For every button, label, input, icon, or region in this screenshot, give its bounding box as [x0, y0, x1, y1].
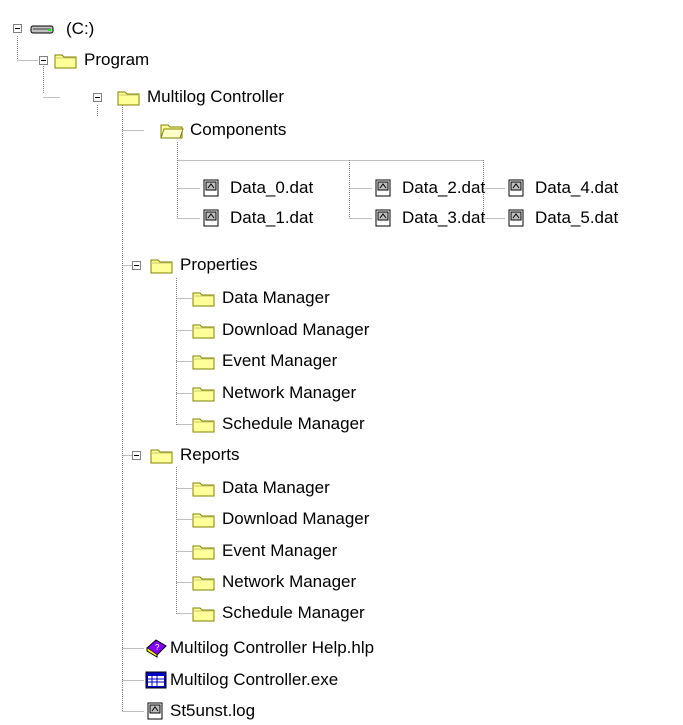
- tree-node-properties-item[interactable]: Network Manager: [192, 382, 356, 404]
- multilog-controller-label: Multilog Controller: [147, 87, 284, 106]
- reports-item-label: Download Manager: [222, 509, 370, 528]
- file-label: Data_5.dat: [535, 208, 619, 227]
- properties-item-label: Data Manager: [222, 288, 330, 307]
- folder-icon: [192, 355, 215, 370]
- properties-label: Properties: [180, 255, 258, 274]
- file-label: Data_4.dat: [535, 178, 619, 197]
- reports-item-label: Schedule Manager: [222, 603, 365, 622]
- collapse-toggle-program[interactable]: [39, 56, 48, 65]
- tree-node-reports-item[interactable]: Schedule Manager: [192, 602, 365, 624]
- data-file-icon: [203, 209, 219, 227]
- properties-item-label: Event Manager: [222, 351, 338, 370]
- folder-icon: [192, 387, 215, 402]
- tree-node-file[interactable]: Data_1.dat: [200, 207, 313, 229]
- tree-node-file[interactable]: Data_0.dat: [200, 177, 313, 199]
- program-label: Program: [84, 50, 150, 69]
- tree-node-properties-item[interactable]: Event Manager: [192, 350, 337, 372]
- folder-icon: [192, 513, 215, 528]
- tree-node-reports-item[interactable]: Download Manager: [192, 508, 369, 530]
- file-label: Data_0.dat: [230, 178, 314, 197]
- folder-icon: [117, 91, 140, 106]
- collapse-toggle-multilog[interactable]: [93, 93, 102, 102]
- folder-icon: [150, 449, 173, 464]
- log-file-label: St5unst.log: [170, 701, 256, 720]
- tree-node-reports-item[interactable]: Event Manager: [192, 540, 337, 562]
- exe-file-label: Multilog Controller.exe: [170, 670, 339, 689]
- hard-drive-icon: [30, 25, 54, 34]
- folder-icon: [150, 259, 173, 274]
- folder-icon: [192, 545, 215, 560]
- log-file-icon: [147, 702, 163, 720]
- folder-icon: [192, 324, 215, 339]
- file-label: Data_1.dat: [230, 208, 314, 227]
- reports-item-label: Data Manager: [222, 478, 330, 497]
- collapse-toggle-properties[interactable]: [132, 261, 141, 270]
- tree-node-multilog-controller[interactable]: Multilog Controller: [117, 86, 284, 108]
- tree-node-file[interactable]: Data_3.dat: [372, 207, 485, 229]
- tree-node-exe-file[interactable]: Multilog Controller.exe: [144, 669, 338, 691]
- file-label: Data_2.dat: [402, 178, 486, 197]
- data-file-icon: [375, 209, 391, 227]
- reports-item-label: Event Manager: [222, 541, 338, 560]
- reports-label: Reports: [180, 445, 240, 464]
- tree-node-properties-item[interactable]: Data Manager: [192, 287, 330, 309]
- folder-icon: [192, 418, 215, 433]
- svg-text:?: ?: [155, 643, 160, 652]
- properties-item-label: Network Manager: [222, 383, 357, 402]
- data-file-icon: [508, 179, 524, 197]
- tree-node-drive-c[interactable]: (C:): [30, 18, 94, 40]
- data-file-icon: [375, 179, 391, 197]
- data-file-icon: [508, 209, 524, 227]
- data-file-icon: [203, 179, 219, 197]
- tree-node-file[interactable]: Data_4.dat: [505, 177, 618, 199]
- reports-item-label: Network Manager: [222, 572, 357, 591]
- tree-node-file[interactable]: Data_2.dat: [372, 177, 485, 199]
- tree-node-reports[interactable]: Reports: [150, 444, 240, 466]
- file-label: Data_3.dat: [402, 208, 486, 227]
- tree-node-properties-item[interactable]: Download Manager: [192, 319, 369, 341]
- collapse-toggle-drive[interactable]: [13, 24, 22, 33]
- tree-node-properties[interactable]: Properties: [150, 254, 257, 276]
- drive-label: (C:): [66, 19, 95, 38]
- folder-icon: [192, 292, 215, 307]
- tree-node-components[interactable]: Components: [160, 119, 286, 141]
- properties-item-label: Download Manager: [222, 320, 370, 339]
- tree-node-reports-item[interactable]: Network Manager: [192, 571, 356, 593]
- folder-open-icon: [160, 124, 184, 139]
- folder-icon: [192, 576, 215, 591]
- application-icon: [145, 671, 167, 689]
- tree-node-reports-item[interactable]: Data Manager: [192, 477, 330, 499]
- tree-node-help-file[interactable]: ? Multilog Controller Help.hlp: [144, 637, 374, 659]
- collapse-toggle-reports[interactable]: [132, 451, 141, 460]
- properties-item-label: Schedule Manager: [222, 414, 365, 433]
- folder-icon: [192, 482, 215, 497]
- tree-node-properties-item[interactable]: Schedule Manager: [192, 413, 365, 435]
- components-label: Components: [190, 120, 287, 139]
- tree-node-file[interactable]: Data_5.dat: [505, 207, 618, 229]
- help-file-label: Multilog Controller Help.hlp: [170, 638, 375, 657]
- folder-icon: [54, 54, 77, 69]
- help-book-icon: ?: [146, 639, 167, 658]
- tree-node-log-file[interactable]: St5unst.log: [144, 700, 255, 722]
- folder-icon: [192, 607, 215, 622]
- tree-node-program[interactable]: Program: [54, 49, 149, 71]
